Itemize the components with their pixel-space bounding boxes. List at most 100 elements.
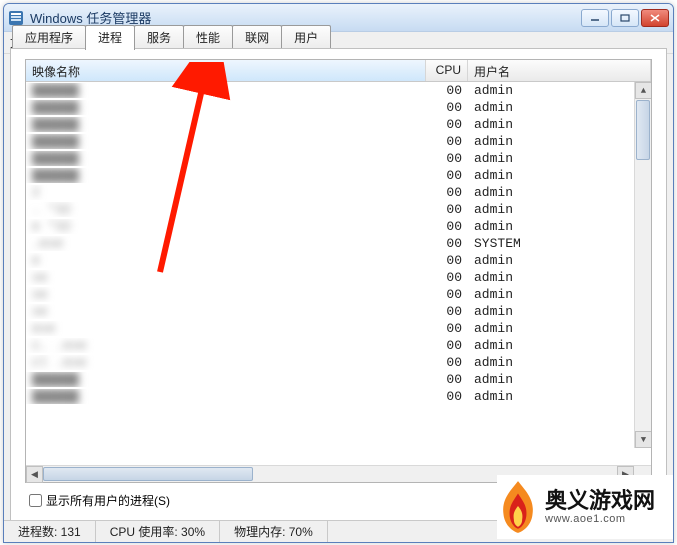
- close-button[interactable]: [641, 9, 669, 27]
- cell-image-name: 2: [26, 185, 426, 200]
- cell-image-name: ██████: [26, 117, 426, 132]
- cell-user: admin: [468, 321, 651, 336]
- cell-image-name: ██████: [26, 151, 426, 166]
- table-row[interactable]: c. .exe00admin: [26, 337, 651, 354]
- cell-user: SYSTEM: [468, 236, 651, 251]
- cell-cpu: 00: [426, 270, 468, 285]
- cell-image-name: . *32: [26, 202, 426, 217]
- cell-image-name: cl .exe: [26, 355, 426, 370]
- process-list: 映像名称 CPU 用户名 ██████00admin██████00admin█…: [25, 59, 652, 483]
- vertical-scrollbar[interactable]: ▲ ▼: [634, 82, 651, 448]
- table-row[interactable]: xe00admin: [26, 269, 651, 286]
- minimize-button[interactable]: [581, 9, 609, 27]
- cell-user: admin: [468, 338, 651, 353]
- cell-cpu: 00: [426, 236, 468, 251]
- cell-image-name: ██████: [26, 134, 426, 149]
- col-image-name[interactable]: 映像名称: [26, 60, 426, 81]
- tab-content: 映像名称 CPU 用户名 ██████00admin██████00admin█…: [10, 48, 667, 542]
- cell-user: admin: [468, 287, 651, 302]
- flame-icon: [497, 479, 539, 535]
- table-row[interactable]: ██████00admin: [26, 388, 651, 405]
- table-row[interactable]: 200admin: [26, 184, 651, 201]
- scroll-up-arrow-icon[interactable]: ▲: [635, 82, 651, 99]
- cell-cpu: 00: [426, 321, 468, 336]
- cell-user: admin: [468, 134, 651, 149]
- status-physical-memory: 物理内存: 70%: [220, 521, 328, 542]
- column-headers: 映像名称 CPU 用户名: [26, 60, 651, 82]
- col-user-name[interactable]: 用户名: [468, 60, 651, 81]
- cell-cpu: 00: [426, 219, 468, 234]
- tab-services[interactable]: 服务: [134, 25, 184, 49]
- table-row[interactable]: ██████00admin: [26, 99, 651, 116]
- status-cpu-usage: CPU 使用率: 30%: [96, 521, 220, 542]
- tab-performance[interactable]: 性能: [183, 25, 233, 49]
- cell-user: admin: [468, 117, 651, 132]
- horizontal-scroll-thumb[interactable]: [43, 467, 253, 481]
- tab-processes[interactable]: 进程: [85, 25, 135, 50]
- maximize-button[interactable]: [611, 9, 639, 27]
- cell-image-name: xe: [26, 270, 426, 285]
- cell-user: admin: [468, 253, 651, 268]
- table-row[interactable]: exe00admin: [26, 320, 651, 337]
- table-row[interactable]: e00admin: [26, 252, 651, 269]
- table-row[interactable]: ██████00admin: [26, 82, 651, 99]
- col-cpu[interactable]: CPU: [426, 60, 468, 81]
- table-row[interactable]: .exe00SYSTEM: [26, 235, 651, 252]
- app-icon: [8, 10, 24, 26]
- cell-cpu: 00: [426, 253, 468, 268]
- cell-image-name: exe: [26, 321, 426, 336]
- watermark-text-cn: 奥义游戏网: [545, 489, 655, 513]
- show-all-users-label: 显示所有用户的进程(S): [46, 492, 170, 509]
- cell-user: admin: [468, 389, 651, 404]
- table-row[interactable]: xe00admin: [26, 286, 651, 303]
- scroll-left-arrow-icon[interactable]: ◀: [26, 466, 43, 483]
- cell-image-name: .exe: [26, 236, 426, 251]
- watermark-logo: 奥义游戏网 www.aoe1.com: [497, 475, 673, 539]
- cell-cpu: 00: [426, 185, 468, 200]
- process-rows[interactable]: ██████00admin██████00admin██████00admin█…: [26, 82, 651, 465]
- cell-user: admin: [468, 304, 651, 319]
- scroll-down-arrow-icon[interactable]: ▼: [635, 431, 651, 448]
- cell-cpu: 00: [426, 287, 468, 302]
- cell-user: admin: [468, 270, 651, 285]
- table-row[interactable]: cl .exe00admin: [26, 354, 651, 371]
- cell-cpu: 00: [426, 338, 468, 353]
- cell-cpu: 00: [426, 168, 468, 183]
- table-row[interactable]: ██████00admin: [26, 150, 651, 167]
- cell-image-name: c. .exe: [26, 338, 426, 353]
- cell-user: admin: [468, 219, 651, 234]
- tab-users[interactable]: 用户: [281, 25, 331, 49]
- cell-cpu: 00: [426, 202, 468, 217]
- status-process-count: 进程数: 131: [4, 521, 96, 542]
- cell-image-name: ██████: [26, 100, 426, 115]
- cell-cpu: 00: [426, 117, 468, 132]
- cell-cpu: 00: [426, 389, 468, 404]
- cell-cpu: 00: [426, 134, 468, 149]
- vertical-scroll-thumb[interactable]: [636, 100, 650, 160]
- cell-image-name: xe: [26, 287, 426, 302]
- table-row[interactable]: ██████00admin: [26, 167, 651, 184]
- cell-user: admin: [468, 151, 651, 166]
- table-row[interactable]: ██████00admin: [26, 371, 651, 388]
- show-all-users-checkbox[interactable]: [29, 494, 42, 507]
- table-row[interactable]: ██████00admin: [26, 116, 651, 133]
- cell-cpu: 00: [426, 151, 468, 166]
- cell-image-name: e *32: [26, 219, 426, 234]
- cell-cpu: 00: [426, 100, 468, 115]
- tab-applications[interactable]: 应用程序: [12, 25, 86, 49]
- task-manager-window: Windows 任务管理器 文件(F) 选项(O) 查看(V) 帮助(H) 应用…: [3, 3, 674, 543]
- tabstrip: 应用程序 进程 服务 性能 联网 用户: [4, 26, 673, 48]
- cell-cpu: 00: [426, 355, 468, 370]
- tab-networking[interactable]: 联网: [232, 25, 282, 49]
- table-row[interactable]: . *3200admin: [26, 201, 651, 218]
- show-all-users-row: 显示所有用户的进程(S): [29, 492, 170, 509]
- cell-image-name: ██████: [26, 389, 426, 404]
- cell-image-name: ██████: [26, 83, 426, 98]
- cell-image-name: ██████: [26, 372, 426, 387]
- cell-user: admin: [468, 83, 651, 98]
- table-row[interactable]: e *3200admin: [26, 218, 651, 235]
- cell-cpu: 00: [426, 83, 468, 98]
- cell-user: admin: [468, 185, 651, 200]
- table-row[interactable]: xe00admin: [26, 303, 651, 320]
- table-row[interactable]: ██████00admin: [26, 133, 651, 150]
